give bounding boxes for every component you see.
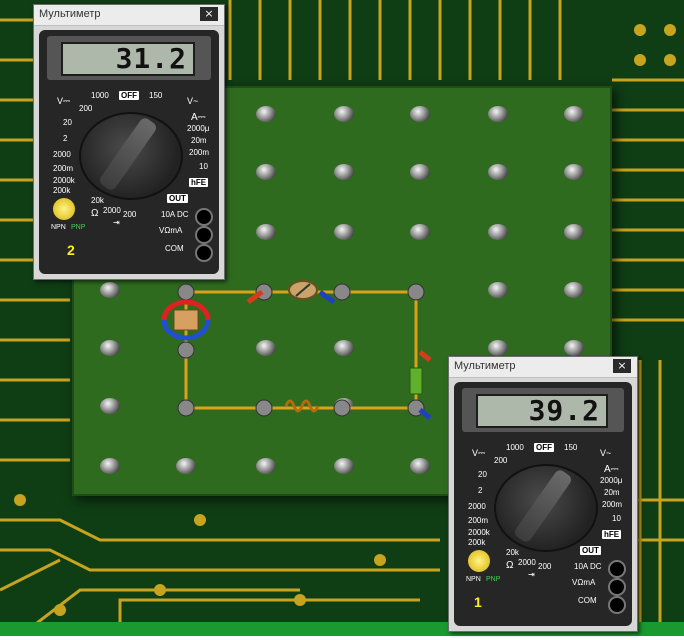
label-20k: 20k bbox=[91, 196, 104, 205]
circuit-wires bbox=[184, 290, 418, 410]
label-npn: NPN bbox=[466, 576, 481, 583]
window-titlebar[interactable]: Мультиметр × bbox=[34, 5, 224, 26]
window-title: Мультиметр bbox=[39, 8, 101, 20]
label-2: 2 bbox=[478, 486, 483, 495]
label-com: COM bbox=[578, 596, 597, 605]
label-20: 20 bbox=[63, 118, 72, 127]
hfe-socket-icon[interactable] bbox=[468, 550, 490, 572]
jack-com[interactable] bbox=[608, 596, 626, 614]
jack-vohm[interactable] bbox=[608, 578, 626, 596]
label-2000: 2000 bbox=[103, 206, 121, 215]
multimeter-body: 39.2 V⎓ 1000 OFF 150 V~ 200 20 2 2000 20… bbox=[454, 382, 632, 626]
label-200k: 200k bbox=[468, 538, 486, 547]
window-title: Мультиметр bbox=[454, 360, 516, 372]
multimeter-window-2[interactable]: Мультиметр × 31.2 V⎓ 1000 OFF 150 V~ 200… bbox=[33, 4, 225, 280]
jack-com[interactable] bbox=[195, 244, 213, 262]
label-ohm: Ω bbox=[506, 560, 514, 571]
label-pnp: PNP bbox=[486, 576, 501, 583]
label-10: 10 bbox=[199, 162, 208, 171]
label-ohm-200: 200 bbox=[538, 562, 552, 571]
label-20k: 20k bbox=[506, 548, 519, 557]
window-titlebar[interactable]: Мультиметр × bbox=[449, 357, 637, 378]
label-off: OFF bbox=[534, 443, 554, 452]
meter-number-badge: 2 bbox=[67, 242, 75, 258]
label-1000: 1000 bbox=[91, 91, 109, 100]
label-amps: A⎓ bbox=[604, 464, 619, 475]
lcd-reading: 31.2 bbox=[61, 42, 195, 76]
label-com: COM bbox=[165, 244, 184, 253]
label-ohm-200: 200 bbox=[123, 210, 137, 219]
label-a200m: 200m bbox=[189, 148, 210, 157]
coil-icon[interactable] bbox=[409, 367, 423, 395]
label-v-ac: V~ bbox=[187, 96, 199, 106]
label-ohm: Ω bbox=[91, 208, 99, 219]
label-vohm: VΩmA bbox=[159, 226, 183, 235]
close-icon[interactable]: × bbox=[200, 7, 218, 21]
label-2000u: 2000μ bbox=[187, 124, 210, 133]
label-10a-dc: 10A DC bbox=[161, 210, 189, 219]
label-2000m: 2000 bbox=[468, 502, 486, 511]
label-a200m: 200m bbox=[602, 500, 623, 509]
label-150: 150 bbox=[149, 91, 163, 100]
multimeter-body: 31.2 V⎓ 1000 OFF 150 V~ 200 20 2 2000 20… bbox=[39, 30, 219, 274]
label-out: OUT bbox=[167, 194, 188, 203]
label-200: 200 bbox=[494, 456, 508, 465]
jack-vohm[interactable] bbox=[195, 226, 213, 244]
label-2: 2 bbox=[63, 134, 68, 143]
diode-icon: ⇥ bbox=[113, 218, 120, 227]
label-150: 150 bbox=[564, 443, 578, 452]
label-20m: 20m bbox=[604, 488, 620, 497]
label-20m: 20m bbox=[191, 136, 207, 145]
label-v-ac: V~ bbox=[600, 448, 612, 458]
label-v-dc: V⎓ bbox=[472, 448, 486, 458]
label-amps: A⎓ bbox=[191, 112, 206, 123]
circuit-nodes bbox=[177, 283, 425, 417]
jack-10a[interactable] bbox=[608, 560, 626, 578]
label-2000: 2000 bbox=[518, 558, 536, 567]
multimeter-window-1[interactable]: Мультиметр × 39.2 V⎓ 1000 OFF 150 V~ 200… bbox=[448, 356, 638, 632]
label-2000m: 2000 bbox=[53, 150, 71, 159]
label-10a-dc: 10A DC bbox=[574, 562, 602, 571]
close-icon[interactable]: × bbox=[613, 359, 631, 373]
label-npn: NPN bbox=[51, 224, 66, 231]
label-v-dc: V⎓ bbox=[57, 96, 71, 106]
label-200: 200 bbox=[79, 104, 93, 113]
probe-icon[interactable] bbox=[246, 289, 432, 420]
label-20: 20 bbox=[478, 470, 487, 479]
label-2000k: 2000k bbox=[468, 528, 490, 537]
lcd-reading: 39.2 bbox=[476, 394, 608, 428]
hfe-socket-icon[interactable] bbox=[53, 198, 75, 220]
label-vohm: VΩmA bbox=[572, 578, 596, 587]
label-10: 10 bbox=[612, 514, 621, 523]
label-out: OUT bbox=[580, 546, 601, 555]
meter-number-badge: 1 bbox=[474, 594, 482, 610]
label-200m: 200m bbox=[53, 164, 74, 173]
label-hfe: hFE bbox=[189, 178, 209, 187]
label-1000: 1000 bbox=[506, 443, 524, 452]
label-200k: 200k bbox=[53, 186, 71, 195]
jack-10a[interactable] bbox=[195, 208, 213, 226]
label-hfe: hFE bbox=[602, 530, 622, 539]
label-200m: 200m bbox=[468, 516, 489, 525]
resistor-icon[interactable] bbox=[288, 280, 318, 300]
diode-icon: ⇥ bbox=[528, 570, 535, 579]
label-2000k: 2000k bbox=[53, 176, 75, 185]
label-pnp: PNP bbox=[71, 224, 86, 231]
label-2000u: 2000μ bbox=[600, 476, 623, 485]
label-off: OFF bbox=[119, 91, 139, 100]
